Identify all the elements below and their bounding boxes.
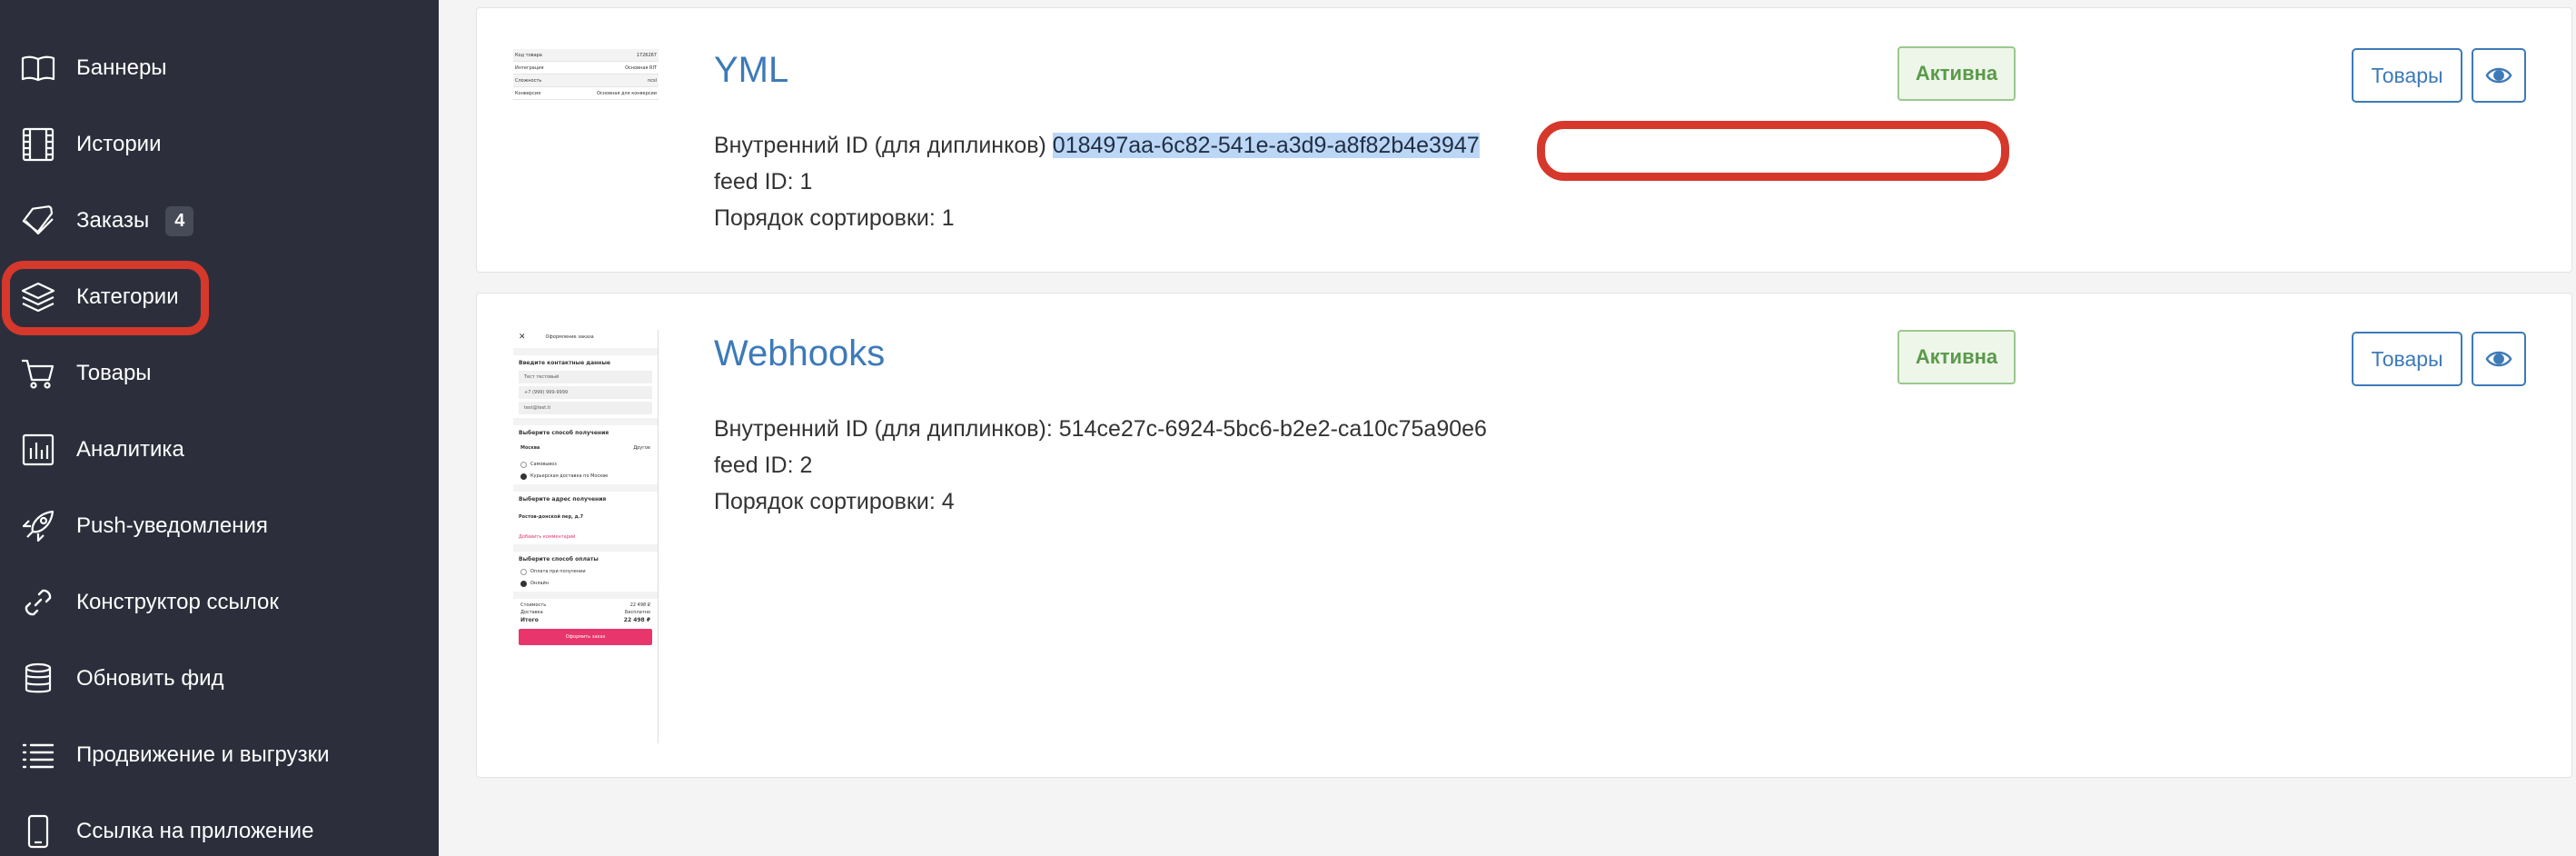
- rocket-icon: [20, 508, 56, 544]
- view-button[interactable]: [2472, 332, 2526, 386]
- eye-icon: [2485, 351, 2512, 367]
- feed-title[interactable]: Webhooks: [714, 333, 885, 374]
- sidebar-item-label: Ссылка на приложение: [76, 819, 314, 843]
- feed-card-yml: Код товара 1726267 Интеграция Основная RIT…: [476, 7, 2572, 273]
- feed-id-line: feed ID: 1: [714, 169, 813, 194]
- sidebar-item-app-link[interactable]: Ссылка на приложение: [20, 804, 313, 856]
- sidebar-item-label: Аналитика: [76, 437, 184, 462]
- eye-icon: [2485, 67, 2512, 84]
- sidebar-item-label: Категории: [76, 284, 179, 309]
- view-button[interactable]: [2472, 48, 2526, 103]
- smartphone-icon: [20, 813, 56, 850]
- sort-order-line: Порядок сортировки: 4: [714, 489, 955, 514]
- products-button[interactable]: Товары: [2352, 48, 2462, 103]
- orders-count-badge: 4: [165, 205, 194, 236]
- sidebar-item-label: Конструктор ссылок: [76, 590, 279, 614]
- close-icon: ✕: [519, 333, 526, 342]
- link-icon: [20, 584, 56, 621]
- bar-chart-icon: [20, 432, 56, 468]
- sidebar-item-label: Истории: [76, 132, 162, 156]
- thumb-row: Сложность ncsl: [513, 75, 659, 87]
- thumb-row: Интеграция Основная RIT: [513, 62, 659, 75]
- sidebar-item-stories[interactable]: Истории: [20, 117, 161, 172]
- sidebar-item-promotion[interactable]: Продвижение и выгрузки: [20, 728, 329, 782]
- sidebar-item-label: Заказы: [76, 208, 150, 233]
- sidebar-item-label: Push-уведомления: [76, 513, 268, 538]
- feed-card-webhooks: ✕ Оформление заказа Введите контактные д…: [476, 293, 2572, 778]
- thumb-header: ✕ Оформление заказа: [519, 333, 594, 342]
- sidebar-item-update-feed[interactable]: Обновить фид: [20, 652, 224, 706]
- annotation-highlight-id: [1537, 121, 2009, 181]
- book-open-icon: [20, 50, 56, 86]
- internal-id-value[interactable]: 018497aa-6c82-541e-a3d9-a8f82b4e3947: [1052, 133, 1480, 158]
- list-icon: [20, 737, 56, 773]
- thumb-row: Код товара 1726267: [513, 49, 659, 62]
- database-icon: [20, 661, 56, 697]
- sidebar-item-orders[interactable]: Заказы 4: [20, 194, 194, 248]
- sidebar-item-banners[interactable]: Баннеры: [20, 41, 167, 95]
- thumb-row: Конверсия Основная для конверсии: [513, 87, 659, 100]
- sidebar: Баннеры Истории Заказы 4 Категории Товар…: [0, 0, 439, 856]
- film-icon: [20, 126, 56, 163]
- feed-title[interactable]: YML: [714, 50, 788, 91]
- internal-id-line: Внутренний ID (для диплинков): 514ce27c-…: [714, 411, 1487, 447]
- sidebar-item-label: Товары: [76, 361, 152, 385]
- status-badge: Активна: [1897, 46, 2016, 101]
- internal-id-label: Внутренний ID (для диплинков):: [714, 416, 1053, 442]
- feed-thumbnail: Код товара 1726267 Интеграция Основная RIT…: [513, 49, 659, 111]
- sidebar-item-analytics[interactable]: Аналитика: [20, 423, 184, 477]
- sidebar-item-categories[interactable]: Категории: [20, 270, 179, 324]
- feed-details: Внутренний ID (для диплинков): 514ce27c-…: [714, 411, 1487, 520]
- sidebar-item-link-builder[interactable]: Конструктор ссылок: [20, 575, 279, 630]
- sidebar-item-label: Обновить фид: [76, 666, 224, 691]
- internal-id-value[interactable]: 514ce27c-6924-5bc6-b2e2-ca10c75a90e6: [1059, 416, 1487, 442]
- tag-icon: [20, 203, 56, 239]
- layers-icon: [20, 279, 56, 315]
- status-badge: Активна: [1897, 330, 2016, 384]
- products-button[interactable]: Товары: [2352, 332, 2462, 386]
- feed-id-line: feed ID: 2: [714, 453, 813, 478]
- sidebar-item-push[interactable]: Push-уведомления: [20, 499, 268, 553]
- sort-order-line: Порядок сортировки: 1: [714, 205, 955, 231]
- shopping-cart-icon: [20, 355, 56, 392]
- sidebar-item-label: Продвижение и выгрузки: [76, 742, 330, 767]
- sidebar-item-label: Баннеры: [76, 55, 167, 80]
- sidebar-item-products[interactable]: Товары: [20, 346, 152, 401]
- internal-id-line: Внутренний ID (для диплинков) 018497aa-6…: [714, 127, 1480, 164]
- feed-thumbnail: ✕ Оформление заказа Введите контактные д…: [513, 330, 659, 743]
- feed-details: Внутренний ID (для диплинков) 018497aa-6…: [714, 127, 1480, 236]
- internal-id-label: Внутренний ID (для диплинков): [714, 133, 1046, 158]
